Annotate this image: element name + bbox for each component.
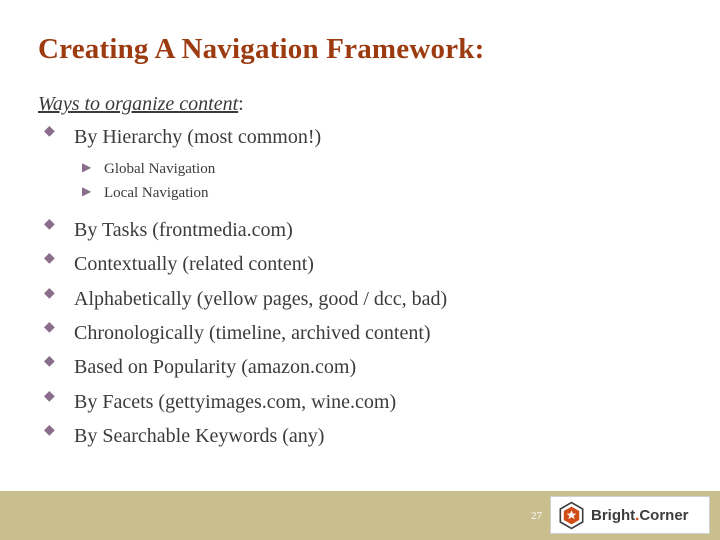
logo-text: Bright.Corner [591,507,689,524]
list-item: ◆ By Facets (gettyimages.com, wine.com) [38,385,678,419]
list-item: ◆ By Tasks (frontmedia.com) [38,213,678,247]
sub-list-item: ▶ Global Navigation [74,158,678,181]
list-item-label: By Hierarchy (most common!) [74,126,322,148]
list-item: ◆ Alphabetically (yellow pages, good / d… [38,282,678,316]
logo: Bright.Corner [550,496,710,534]
bullet-list: ◆ By Hierarchy (most common!) ▶ Global N… [38,120,678,454]
list-item-label: By Facets (gettyimages.com, wine.com) [74,390,397,413]
triangle-bullet-icon: ▶ [82,160,92,175]
page-title: Creating A Navigation Framework: [38,33,485,65]
diamond-bullet-icon: ◆ [44,124,55,139]
list-item: ◆ Chronologically (timeline, archived co… [38,316,678,350]
slide-number: 27 [531,510,542,522]
list-item-label: Chronologically (timeline, archived cont… [74,322,431,345]
list-item: ◆ Based on Popularity (amazon.com) [38,350,678,384]
diamond-bullet-icon: ◆ [44,251,55,267]
sub-list-item: ▶ Local Navigation [74,182,678,205]
list-item: ◆ Contextually (related content) [38,247,678,281]
logo-text-bright: Bright [591,506,636,524]
lead-suffix: : [238,93,244,115]
list-item-label: Contextually (related content) [74,253,314,276]
sub-list-item-label: Global Navigation [104,161,216,178]
lead-underlined-text: Ways to organize content [38,93,239,115]
logo-text-corner: Corner [639,506,689,524]
lead-text: Ways to organize content: [38,92,678,117]
slide-body: Ways to organize content: ◆ By Hierarchy… [38,92,678,454]
diamond-bullet-icon: ◆ [44,388,55,404]
diamond-bullet-icon: ◆ [44,354,55,370]
list-item: ◆ By Hierarchy (most common!) ▶ Global N… [38,120,678,205]
sub-list-item-label: Local Navigation [104,184,209,201]
list-item-label: By Tasks (frontmedia.com) [74,218,293,241]
diamond-bullet-icon: ◆ [44,423,55,439]
diamond-bullet-icon: ◆ [44,285,55,301]
list-item-label: By Searchable Keywords (any) [74,425,325,448]
diamond-bullet-icon: ◆ [44,320,55,336]
list-item-label: Alphabetically (yellow pages, good / dcc… [74,287,448,310]
sub-bullet-list: ▶ Global Navigation ▶ Local Navigation [74,158,678,205]
slide: Creating A Navigation Framework: Ways to… [0,0,720,540]
list-item: ◆ By Searchable Keywords (any) [38,419,678,453]
triangle-bullet-icon: ▶ [82,183,92,198]
diamond-bullet-icon: ◆ [44,216,55,232]
list-item-label: Based on Popularity (amazon.com) [74,356,357,379]
bright-corner-hexagon-icon [557,501,586,530]
